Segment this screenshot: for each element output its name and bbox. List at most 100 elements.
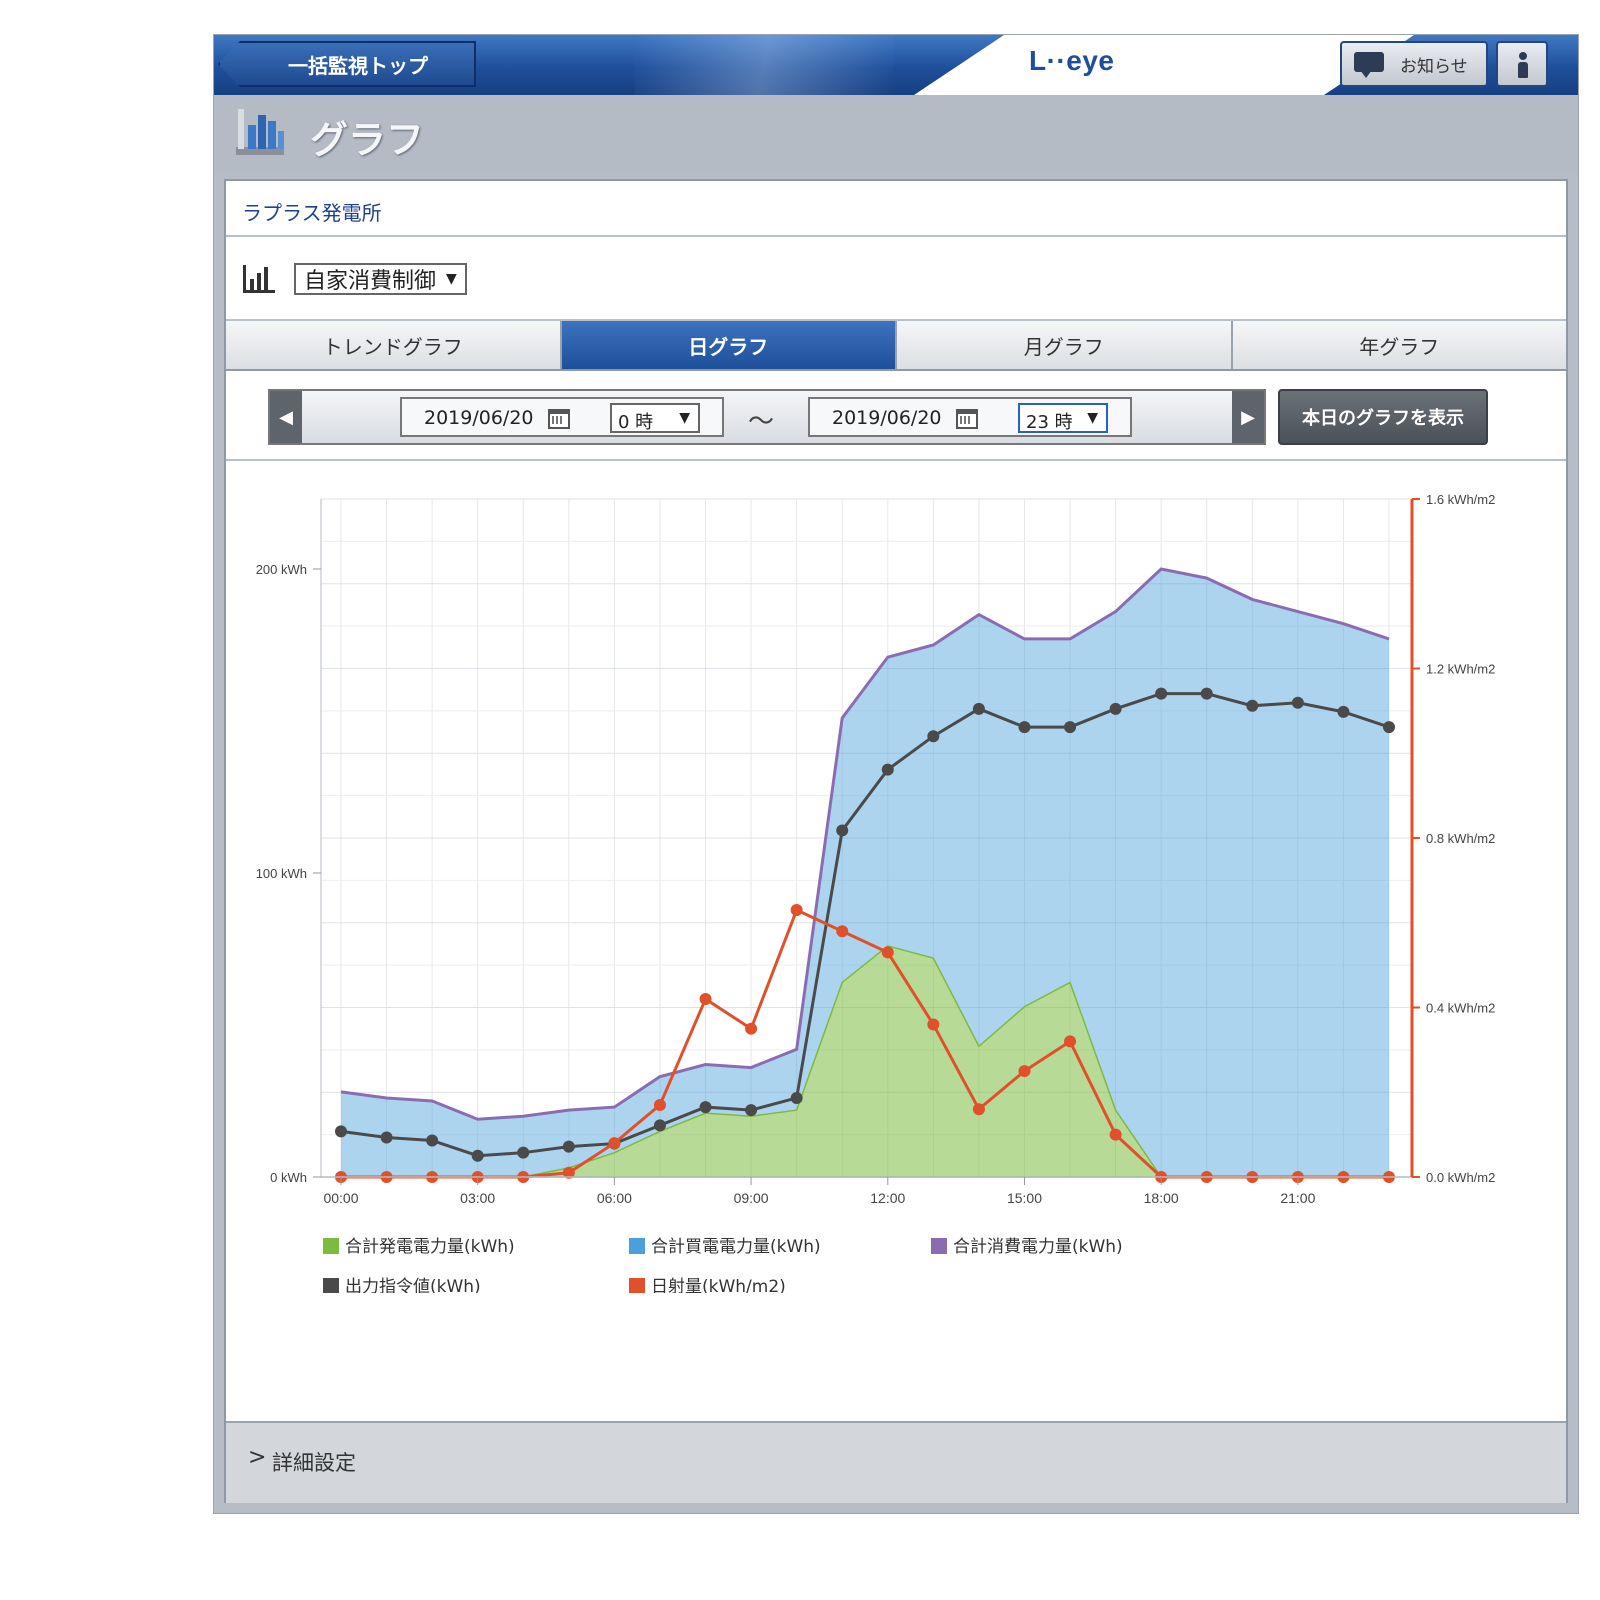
output-command-point bbox=[1155, 687, 1168, 700]
legend-label: 出力指令値(kWh) bbox=[345, 1277, 481, 1293]
output-command-point bbox=[699, 1101, 712, 1114]
legend-swatch bbox=[323, 1278, 339, 1293]
irradiance-point bbox=[608, 1137, 621, 1150]
legend-swatch bbox=[629, 1278, 645, 1293]
x-tick-label: 09:00 bbox=[734, 1190, 769, 1206]
legend-label: 日射量(kWh/m2) bbox=[651, 1277, 786, 1293]
x-tick-label: 06:00 bbox=[597, 1190, 632, 1206]
top-bar: L··eye 一括監視トップ お知らせ bbox=[214, 35, 1578, 95]
y-right-tick-label: 1.6 kWh/m2 bbox=[1426, 492, 1495, 507]
logo-background bbox=[914, 35, 1414, 95]
output-command-point bbox=[927, 730, 940, 743]
y-right-tick-label: 0.4 kWh/m2 bbox=[1426, 1001, 1495, 1016]
tab-yearly[interactable]: 年グラフ bbox=[1232, 321, 1566, 369]
chevron-down-icon: ▼ bbox=[446, 271, 457, 287]
y-right-tick-label: 1.2 kWh/m2 bbox=[1426, 662, 1495, 677]
from-hour-select[interactable]: 0 時 ▼ bbox=[610, 403, 700, 433]
irradiance-point bbox=[1064, 1035, 1077, 1048]
irradiance-point bbox=[745, 1022, 758, 1035]
irradiance-point bbox=[881, 946, 894, 959]
user-menu-button[interactable] bbox=[1496, 41, 1548, 87]
output-command-point bbox=[426, 1134, 439, 1147]
x-tick-label: 12:00 bbox=[870, 1190, 905, 1206]
output-command-point bbox=[1109, 702, 1122, 715]
header-decoration bbox=[634, 35, 894, 95]
details-label: 詳細設定 bbox=[272, 1451, 356, 1475]
legend-label: 合計買電電力量(kWh) bbox=[651, 1237, 821, 1257]
bar-chart-icon bbox=[236, 109, 284, 155]
output-command-point bbox=[1018, 721, 1031, 734]
output-command-point bbox=[653, 1119, 666, 1132]
output-command-point bbox=[562, 1140, 575, 1153]
irradiance-point bbox=[927, 1018, 940, 1031]
details-toggle[interactable]: > 詳細設定 bbox=[226, 1421, 1566, 1503]
tab-trend[interactable]: トレンドグラフ bbox=[226, 321, 562, 369]
chevron-down-icon: ▼ bbox=[679, 410, 690, 426]
mode-row: 自家消費制御 ▼ bbox=[226, 237, 1566, 321]
daily-energy-chart: 0 kWh 100 kWh 200 kWh 0.0 kWh/m2 0.4 kWh/m2 0… bbox=[256, 492, 1495, 1293]
irradiance-point bbox=[1018, 1065, 1031, 1078]
irradiance-point bbox=[836, 925, 849, 938]
output-command-point bbox=[517, 1146, 530, 1159]
bar-chart-icon bbox=[243, 265, 275, 293]
calendar-icon[interactable] bbox=[548, 409, 570, 429]
date-range-row: ◀ 2019/06/20 0 時 ▼ 〜 2019/06/20 23 時 ▼ ▶… bbox=[226, 371, 1566, 461]
output-command-point bbox=[1200, 687, 1213, 700]
x-tick-label: 15:00 bbox=[1007, 1190, 1042, 1206]
calendar-icon[interactable] bbox=[956, 409, 978, 429]
range-separator: 〜 bbox=[748, 407, 775, 437]
to-date-field[interactable]: 2019/06/20 bbox=[832, 407, 942, 429]
output-command-point bbox=[1246, 699, 1259, 712]
output-command-point bbox=[471, 1149, 484, 1162]
back-to-overview-button[interactable]: 一括監視トップ bbox=[218, 41, 476, 87]
output-command-point bbox=[380, 1131, 393, 1144]
y-left-tick-label: 0 kWh bbox=[270, 1170, 307, 1185]
y-left-tick-label: 200 kWh bbox=[256, 562, 307, 577]
previous-period-button[interactable]: ◀ bbox=[270, 391, 302, 443]
output-command-point bbox=[1064, 721, 1077, 734]
output-command-point bbox=[745, 1104, 758, 1117]
app-logo: L··eye bbox=[1029, 45, 1115, 76]
mode-select-value: 自家消費制御 bbox=[304, 269, 437, 294]
show-today-button[interactable]: 本日のグラフを表示 bbox=[1278, 389, 1488, 445]
irradiance-point bbox=[972, 1103, 985, 1116]
legend-swatch bbox=[931, 1238, 947, 1254]
notice-label: お知らせ bbox=[1400, 56, 1468, 77]
irradiance-point bbox=[699, 993, 712, 1006]
chevron-left-icon: ◀ bbox=[279, 406, 293, 428]
mode-select[interactable]: 自家消費制御 ▼ bbox=[294, 263, 467, 295]
site-row: ラプラス発電所 bbox=[226, 181, 1566, 237]
to-date-group: 2019/06/20 23 時 ▼ bbox=[808, 397, 1132, 437]
next-period-button[interactable]: ▶ bbox=[1232, 391, 1264, 443]
output-command-point bbox=[1291, 696, 1304, 709]
graph-tabs: トレンドグラフ 日グラフ 月グラフ 年グラフ bbox=[226, 321, 1566, 371]
page-title: グラフ bbox=[310, 118, 425, 162]
graph-panel: ラプラス発電所 自家消費制御 ▼ トレンドグラフ 日グラフ 月グラフ 年グラフ bbox=[224, 179, 1568, 1503]
output-command-point bbox=[790, 1091, 803, 1104]
x-tick-label: 00:00 bbox=[323, 1190, 358, 1206]
to-hour-value: 23 時 bbox=[1026, 412, 1073, 433]
chevron-right-icon: ▶ bbox=[1241, 406, 1255, 428]
to-hour-select[interactable]: 23 時 ▼ bbox=[1018, 403, 1108, 433]
legend-label: 合計発電電力量(kWh) bbox=[345, 1237, 515, 1257]
legend-swatch bbox=[323, 1238, 339, 1254]
chevron-down-icon: ▼ bbox=[1087, 410, 1098, 426]
output-command-point bbox=[836, 824, 849, 837]
from-date-field[interactable]: 2019/06/20 bbox=[424, 407, 534, 429]
x-tick-label: 21:00 bbox=[1280, 1190, 1315, 1206]
app-window: L··eye 一括監視トップ お知らせ グラフ ラプラス発電所 自家消費制御 ▼… bbox=[213, 34, 1579, 1514]
irradiance-point bbox=[653, 1098, 666, 1111]
x-tick-label: 03:00 bbox=[460, 1190, 495, 1206]
y-right-tick-label: 0.8 kWh/m2 bbox=[1426, 831, 1495, 846]
y-right-tick-label: 0.0 kWh/m2 bbox=[1426, 1170, 1495, 1185]
output-command-point bbox=[1383, 721, 1395, 734]
notice-button[interactable]: お知らせ bbox=[1340, 41, 1488, 87]
output-command-point bbox=[881, 763, 894, 776]
irradiance-point bbox=[1109, 1128, 1122, 1141]
message-icon bbox=[1354, 52, 1384, 78]
tab-daily[interactable]: 日グラフ bbox=[561, 321, 897, 369]
from-date-group: 2019/06/20 0 時 ▼ bbox=[400, 397, 724, 437]
output-command-point bbox=[335, 1125, 347, 1138]
tab-monthly[interactable]: 月グラフ bbox=[897, 321, 1233, 369]
site-name: ラプラス発電所 bbox=[242, 201, 382, 225]
